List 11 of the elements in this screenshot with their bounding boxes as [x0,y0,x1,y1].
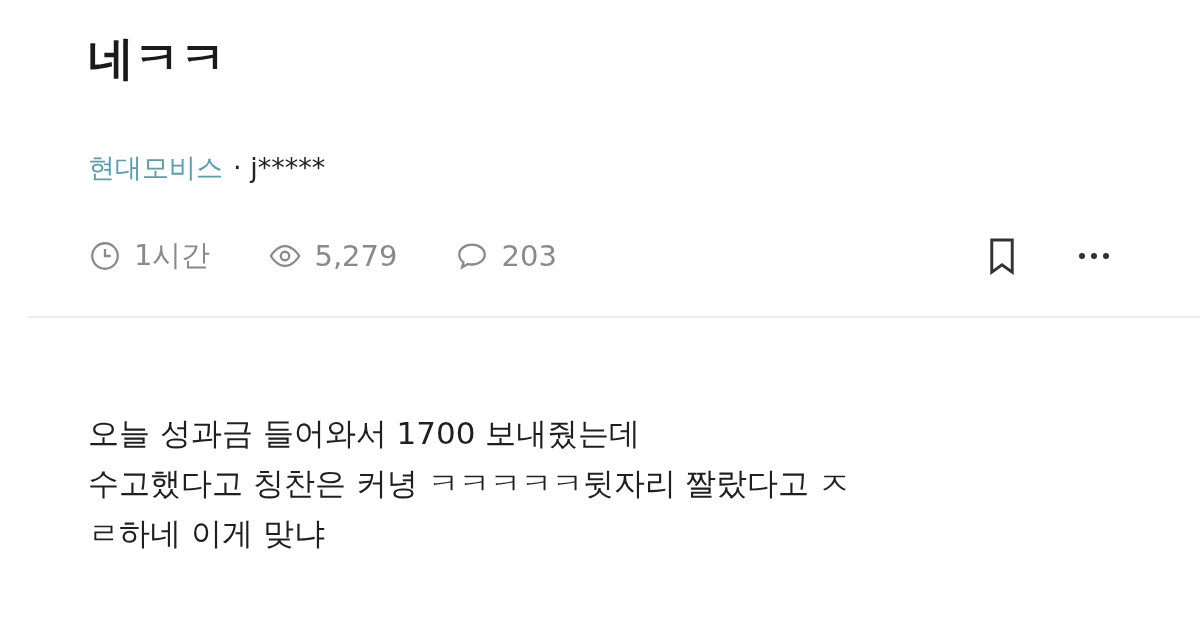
company-link[interactable]: 현대모비스 [88,150,223,186]
body-text: 오늘 성과금 들어와서 1700 보내줬는데 [88,414,642,453]
body-text: ㄹ하네 이게 맞냐 [88,514,326,553]
author-name: · j***** [233,152,326,183]
post-title: 네ㅋㅋ [88,30,227,87]
comment-count: 203 [501,239,557,273]
clock-icon [88,239,122,273]
view-count: 5,279 [314,239,398,273]
body-text: 수고했다고 칭찬은 커녕 ㅋㅋㅋㅋㅋ뒷자리 짤랐다고 ㅈ [88,464,852,503]
more-button[interactable] [1076,250,1112,262]
post-time: 1시간 [134,237,211,274]
